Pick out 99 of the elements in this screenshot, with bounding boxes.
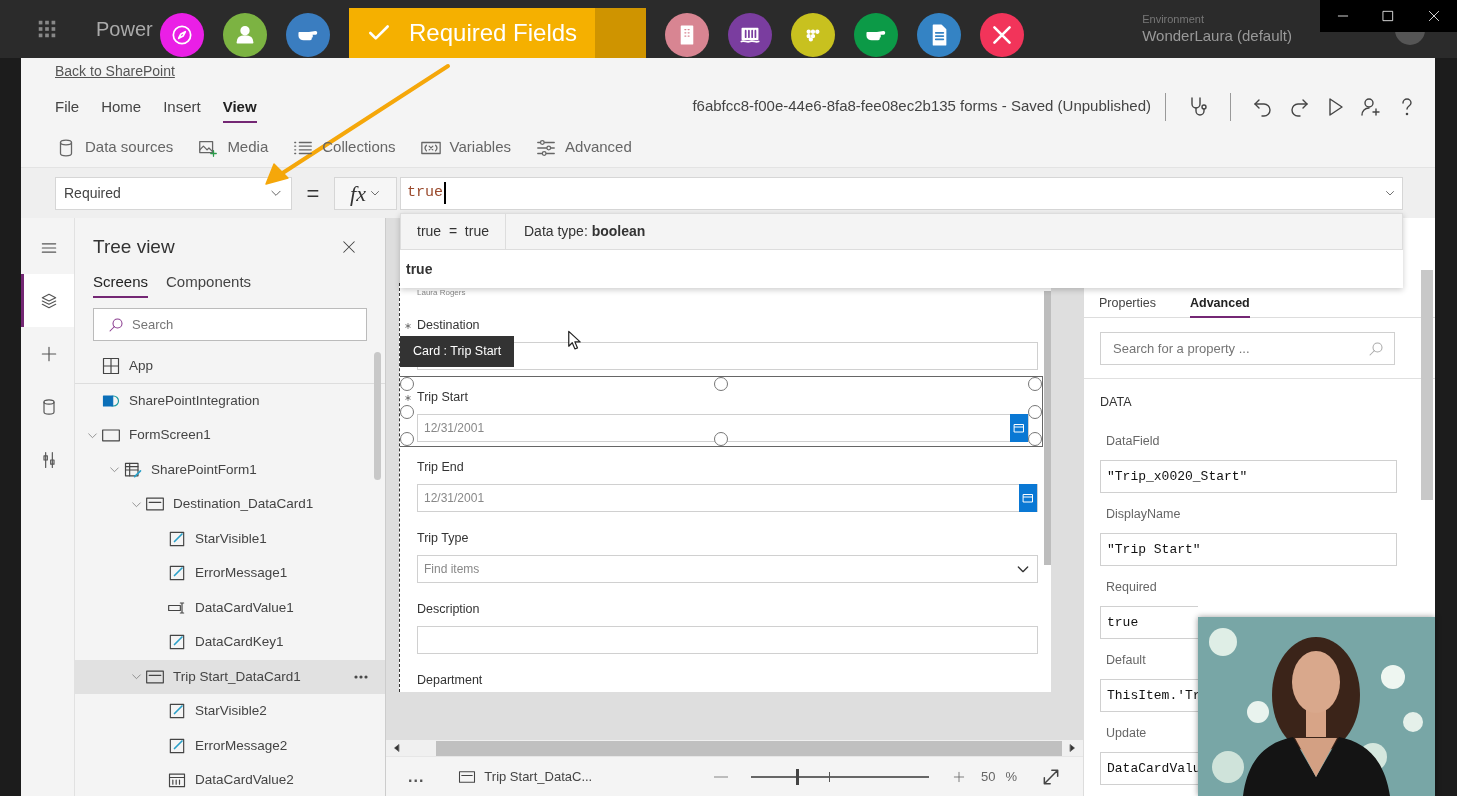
banner-title: Required Fields <box>409 18 579 48</box>
resize-handle[interactable] <box>400 377 414 391</box>
zoom-unit: % <box>1005 767 1017 786</box>
property-field[interactable]: true <box>1100 606 1198 639</box>
property-field[interactable]: "Trip Start" <box>1100 533 1397 566</box>
more-button[interactable]: ... <box>400 764 433 789</box>
menu-tab[interactable]: File <box>55 89 80 124</box>
tree-item[interactable]: Destination_DataCard1 <box>75 487 385 522</box>
property-dropdown[interactable]: Required <box>55 176 292 210</box>
tree-item[interactable]: DataCardValue1 <box>75 590 385 625</box>
environment-name: WonderLaura (default) <box>1142 26 1292 45</box>
panel-title: Tree view <box>93 235 175 259</box>
tab[interactable]: Advanced <box>1190 290 1250 318</box>
ribbon-button[interactable]: Media <box>197 136 269 159</box>
tab[interactable]: Screens <box>93 268 149 298</box>
equals-sign: = <box>305 179 321 208</box>
section-heading: DATA <box>1100 395 1132 409</box>
field-label: Trip Type <box>417 529 469 547</box>
scrollbar[interactable] <box>1044 291 1051 565</box>
banner-handle[interactable] <box>595 8 646 58</box>
scrollbar[interactable] <box>374 352 381 480</box>
calendar-button[interactable] <box>1010 414 1028 442</box>
suggestion-item[interactable]: true <box>406 258 433 280</box>
minus-icon <box>713 775 728 778</box>
tree-item[interactable]: SharePointForm1 <box>75 452 385 487</box>
resize-handle[interactable] <box>400 404 414 419</box>
calendar-icon <box>1022 492 1034 504</box>
tree-item[interactable]: StarVisible1 <box>75 521 385 556</box>
resize-handle[interactable] <box>1028 377 1042 391</box>
environment-label: Environment <box>1142 13 1204 27</box>
ribbon-button[interactable]: Collections <box>292 136 396 159</box>
document-title: f6abfcc8-f00e-44e6-8fa8-fee08ec2b135 forms - Saved (Unpublished) <box>692 96 1151 117</box>
ribbon-button[interactable]: Advanced <box>535 136 632 159</box>
field-label: Destination <box>417 316 480 334</box>
search-icon <box>1367 340 1385 358</box>
tree-item[interactable]: ErrorMessage1 <box>75 556 385 591</box>
property-label: Update <box>1106 726 1147 740</box>
property-label: DataField <box>1106 434 1160 448</box>
date-field[interactable]: 12/31/2001 <box>417 484 1038 512</box>
menu-tab[interactable]: Home <box>101 89 142 124</box>
property-label: Default <box>1106 653 1146 667</box>
app-icon <box>101 355 121 376</box>
menu-tab[interactable]: View <box>222 89 257 124</box>
app-launcher-icon[interactable] <box>36 18 58 40</box>
search-field[interactable]: Search <box>93 308 367 341</box>
tree-item[interactable]: SharePointIntegration <box>75 383 385 418</box>
resize-handle[interactable] <box>714 377 728 391</box>
scrollbar[interactable] <box>1421 270 1433 500</box>
scrollbar[interactable] <box>436 740 1062 756</box>
selected-card[interactable]: Trip Start 12/31/2001 <box>400 376 1043 447</box>
tree-item[interactable]: Trip Start_DataCard1 <box>75 659 385 694</box>
calendar-icon <box>1013 422 1025 434</box>
zoom-slider[interactable] <box>750 766 929 787</box>
search-icon <box>107 316 125 334</box>
zoom-value: 50 <box>980 767 996 786</box>
tree-item[interactable]: StarVisible2 <box>75 694 385 729</box>
resize-handle[interactable] <box>714 432 728 446</box>
breadcrumb[interactable]: Trip Start_DataC... <box>432 765 599 788</box>
resize-handle[interactable] <box>1028 404 1042 419</box>
date-field[interactable]: 12/31/2001 <box>417 414 1029 442</box>
scroll-left-icon[interactable] <box>392 743 402 753</box>
property-label: DisplayName <box>1106 507 1181 521</box>
property-label: Required <box>1106 580 1157 594</box>
ribbon-button[interactable]: Data sources <box>55 136 174 159</box>
field-label: Trip Start <box>417 388 468 406</box>
scroll-right-icon[interactable] <box>1067 743 1077 753</box>
rail-button[interactable] <box>21 274 74 327</box>
ribbon-button[interactable]: Variables <box>419 136 512 159</box>
field-label: Description <box>417 600 480 618</box>
function-button[interactable]: fx <box>334 176 397 210</box>
dropdown-field[interactable]: Find items <box>417 555 1038 583</box>
tooltip: Card : Trip Start <box>400 336 515 367</box>
property-field[interactable]: "Trip_x0020_Start" <box>1100 460 1397 493</box>
tree-item[interactable]: DataCardValue2 <box>75 763 385 796</box>
cursor-icon <box>567 330 581 352</box>
close-icon <box>1427 9 1442 23</box>
back-link[interactable]: Back to SharePoint <box>55 61 175 82</box>
formula-field[interactable]: true <box>400 176 1403 210</box>
tree-item[interactable]: FormScreen1 <box>75 418 385 453</box>
maximize-icon <box>1381 9 1396 23</box>
app-title: Power <box>96 17 153 42</box>
tab[interactable]: Components <box>166 268 252 298</box>
resize-handle[interactable] <box>400 432 414 446</box>
resize-handle[interactable] <box>1028 432 1042 446</box>
text-field[interactable] <box>417 626 1038 654</box>
tree-item[interactable]: ErrorMessage2 <box>75 728 385 763</box>
field-label: Department <box>417 671 483 689</box>
search-field[interactable]: Search for a property ... <box>1100 332 1395 365</box>
plus-icon <box>951 769 966 784</box>
close-icon <box>340 238 358 256</box>
calendar-button[interactable] <box>1019 484 1037 512</box>
expression-result: true = true <box>401 214 506 249</box>
tree-item[interactable]: DataCardKey1 <box>75 625 385 660</box>
slider-thumb[interactable] <box>796 768 800 785</box>
field-label: Trip End <box>417 458 464 476</box>
author-name: Laura Rogers <box>417 288 466 297</box>
tab[interactable]: Properties <box>1099 290 1156 318</box>
menu-tab[interactable]: Insert <box>163 89 201 124</box>
data-type-text: Data type: boolean <box>523 222 646 241</box>
